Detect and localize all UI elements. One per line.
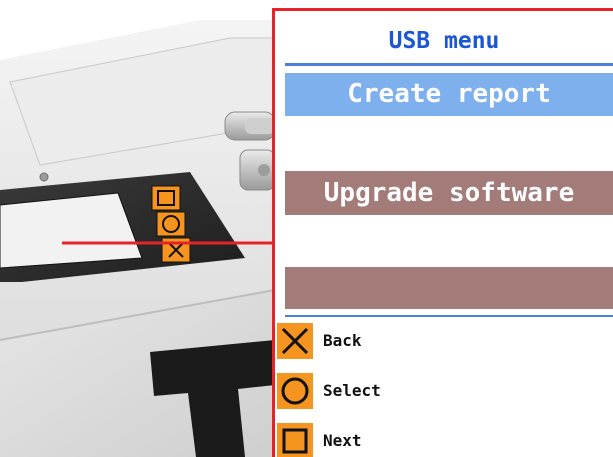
- hinge-upper: [224, 111, 275, 141]
- footer-divider: [285, 315, 613, 317]
- menu-title: USB menu: [388, 28, 500, 54]
- hinge-lower: [239, 149, 275, 191]
- cross-icon: [277, 323, 313, 359]
- legend-select: Select: [277, 373, 613, 409]
- square-icon: [277, 423, 313, 457]
- menu-item-create-report[interactable]: Create report: [285, 73, 613, 116]
- legend-next: Next: [277, 423, 613, 457]
- legend-back: Back: [277, 323, 613, 359]
- device-illustration: [0, 0, 275, 457]
- legend-next-label: Next: [323, 431, 362, 450]
- keypad-display: [0, 192, 143, 269]
- menu-item-empty[interactable]: [285, 267, 613, 309]
- screw: [39, 172, 49, 182]
- legend-back-label: Back: [323, 331, 362, 350]
- keypad-square-button: [151, 185, 181, 211]
- usb-menu-screen: USB menu Create report Upgrade software …: [272, 8, 613, 457]
- menu-item-upgrade-software[interactable]: Upgrade software: [285, 171, 613, 215]
- circle-icon: [277, 373, 313, 409]
- title-divider: [285, 63, 613, 66]
- legend-select-label: Select: [323, 381, 381, 400]
